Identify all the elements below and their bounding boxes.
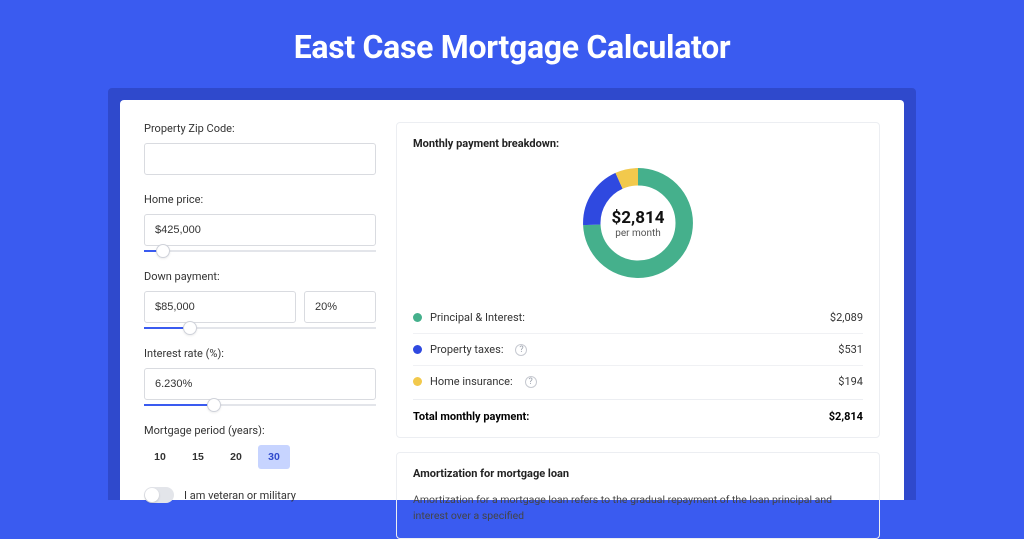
amortization-text: Amortization for a mortgage loan refers … [413,492,863,524]
period-buttons: 10152030 [144,445,376,469]
home-price-group: Home price: [144,193,376,252]
legend-row: Home insurance:? $194 [413,365,863,397]
donut-amount: $2,814 [612,208,665,228]
form-column: Property Zip Code: Home price: Down paym… [144,122,396,500]
home-price-slider[interactable] [144,250,376,252]
legend-amount: $194 [838,375,863,388]
period-group: Mortgage period (years): 10152030 [144,424,376,469]
total-label: Total monthly payment: [413,410,529,423]
interest-input[interactable] [144,368,376,400]
calculator-card: Property Zip Code: Home price: Down paym… [120,100,904,500]
legend-amount: $2,089 [830,311,863,324]
zip-label: Property Zip Code: [144,122,376,135]
total-amount: $2,814 [829,410,863,423]
period-label: Mortgage period (years): [144,424,376,437]
legend-label: Home insurance: [430,375,513,388]
legend-label: Principal & Interest: [430,311,525,324]
card-backdrop: Property Zip Code: Home price: Down paym… [108,88,916,500]
interest-slider-fill [144,404,214,406]
donut-chart: $2,814 per month [577,162,699,284]
period-button-20[interactable]: 20 [220,445,252,469]
legend-dot [413,313,422,322]
home-price-input[interactable] [144,214,376,246]
breakdown-panel: Monthly payment breakdown: $2,814 per mo… [396,122,880,438]
donut-sub: per month [615,228,661,239]
down-payment-input[interactable] [144,291,296,323]
legend-row: Property taxes:? $531 [413,333,863,365]
legend-row: Principal & Interest: $2,089 [413,302,863,333]
period-button-15[interactable]: 15 [182,445,214,469]
down-payment-slider[interactable] [144,327,376,329]
veteran-row: I am veteran or military [144,487,376,503]
amortization-panel: Amortization for mortgage loan Amortizat… [396,452,880,539]
breakdown-title: Monthly payment breakdown: [413,137,863,150]
info-icon[interactable]: ? [515,344,527,356]
legend-dot [413,377,422,386]
down-payment-label: Down payment: [144,270,376,283]
legend: Principal & Interest: $2,089 Property taxe… [413,302,863,397]
period-button-10[interactable]: 10 [144,445,176,469]
veteran-toggle[interactable] [144,487,174,503]
veteran-label: I am veteran or military [184,489,296,502]
down-payment-slider-thumb[interactable] [183,321,197,335]
interest-slider-thumb[interactable] [207,398,221,412]
zip-input[interactable] [144,143,376,175]
legend-dot [413,345,422,354]
zip-group: Property Zip Code: [144,122,376,175]
interest-group: Interest rate (%): [144,347,376,406]
home-price-label: Home price: [144,193,376,206]
legend-label: Property taxes: [430,343,503,356]
info-icon[interactable]: ? [525,376,537,388]
total-row: Total monthly payment: $2,814 [413,399,863,423]
down-payment-group: Down payment: [144,270,376,329]
home-price-slider-thumb[interactable] [156,244,170,258]
interest-label: Interest rate (%): [144,347,376,360]
donut-center: $2,814 per month [577,162,699,284]
legend-amount: $531 [838,343,863,356]
interest-slider[interactable] [144,404,376,406]
page-title: East Case Mortgage Calculator [0,0,1024,88]
results-column: Monthly payment breakdown: $2,814 per mo… [396,122,880,500]
donut-wrap: $2,814 per month [413,162,863,284]
period-button-30[interactable]: 30 [258,445,290,469]
amortization-title: Amortization for mortgage loan [413,467,863,480]
down-payment-pct-input[interactable] [304,291,376,323]
